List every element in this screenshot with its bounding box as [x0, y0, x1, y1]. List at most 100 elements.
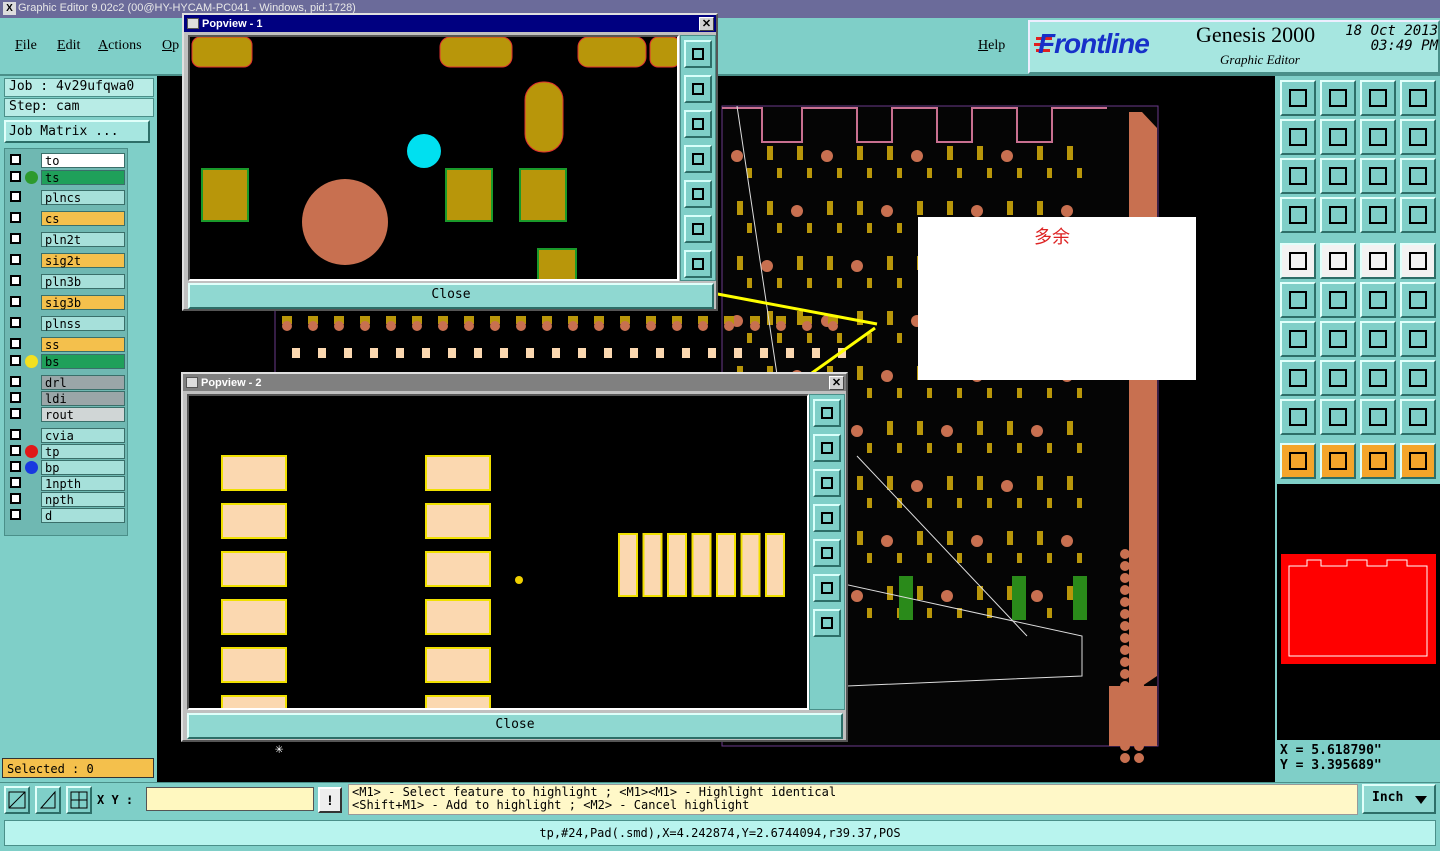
layer-name[interactable]: sig2t: [41, 253, 125, 268]
tool-button[interactable]: [1360, 399, 1396, 435]
popview-tool-button[interactable]: [684, 40, 712, 68]
close-icon[interactable]: ✕: [699, 17, 714, 31]
tool-button[interactable]: [1400, 80, 1436, 116]
tool-button[interactable]: [1360, 282, 1396, 318]
job-matrix-button[interactable]: Job Matrix ...: [4, 120, 150, 143]
tool-button[interactable]: [1320, 360, 1356, 396]
menu-edit[interactable]: Edit: [57, 38, 80, 54]
layer-checkbox[interactable]: [10, 191, 21, 202]
menu-options[interactable]: Op: [162, 38, 179, 54]
layer-name[interactable]: sig3b: [41, 295, 125, 310]
layer-checkbox[interactable]: [10, 461, 21, 472]
layer-name[interactable]: npth: [41, 492, 125, 507]
menu-actions[interactable]: Actions: [98, 38, 142, 54]
popview-2-title-bar[interactable]: Popview - 2: [183, 374, 846, 391]
layer-name[interactable]: 1npth: [41, 476, 125, 491]
layer-name[interactable]: ldi: [41, 391, 125, 406]
layer-name[interactable]: tp: [41, 444, 125, 459]
layer-checkbox[interactable]: [10, 408, 21, 419]
tool-button[interactable]: [1360, 321, 1396, 357]
layer-checkbox[interactable]: [10, 275, 21, 286]
tool-button[interactable]: [1320, 80, 1356, 116]
zoom-area-button[interactable]: [4, 786, 30, 814]
grid-button[interactable]: [66, 786, 92, 814]
layer-name[interactable]: rout: [41, 407, 125, 422]
layer-name[interactable]: bp: [41, 460, 125, 475]
close-icon[interactable]: ✕: [829, 376, 844, 390]
layer-checkbox[interactable]: [10, 429, 21, 440]
layer-name[interactable]: plnss: [41, 316, 125, 331]
popview-tool-button[interactable]: [684, 250, 712, 278]
layer-checkbox[interactable]: [10, 233, 21, 244]
tool-button[interactable]: [1280, 197, 1316, 233]
layer-name[interactable]: cvia: [41, 428, 125, 443]
popview-tool-button[interactable]: [813, 574, 841, 602]
tool-button[interactable]: [1360, 243, 1396, 279]
tool-button[interactable]: [1360, 80, 1396, 116]
layer-name[interactable]: ss: [41, 337, 125, 352]
popview-tool-button[interactable]: [684, 180, 712, 208]
tool-button[interactable]: [1400, 321, 1436, 357]
tool-button[interactable]: [1400, 197, 1436, 233]
layer-name[interactable]: d: [41, 508, 125, 523]
menu-help[interactable]: Help: [978, 38, 1005, 54]
popview-tool-button[interactable]: [684, 215, 712, 243]
popview-1-close-button[interactable]: Close: [188, 283, 714, 309]
tool-button[interactable]: [1320, 197, 1356, 233]
popview-1-canvas[interactable]: [188, 35, 679, 281]
tool-button[interactable]: [1280, 80, 1316, 116]
tool-button[interactable]: [1400, 360, 1436, 396]
tool-button[interactable]: [1280, 443, 1316, 479]
layer-checkbox[interactable]: [10, 392, 21, 403]
layer-checkbox[interactable]: [10, 296, 21, 307]
layer-checkbox[interactable]: [10, 355, 21, 366]
tool-button[interactable]: [1400, 282, 1436, 318]
tool-button[interactable]: [1400, 443, 1436, 479]
xy-input[interactable]: [146, 787, 314, 811]
tool-button[interactable]: [1280, 360, 1316, 396]
layer-name[interactable]: plncs: [41, 190, 125, 205]
layer-checkbox[interactable]: [10, 493, 21, 504]
popview-tool-button[interactable]: [684, 145, 712, 173]
layer-checkbox[interactable]: [10, 317, 21, 328]
layer-name[interactable]: pln2t: [41, 232, 125, 247]
popview-2-canvas[interactable]: [187, 394, 809, 710]
popview-2-close-button[interactable]: Close: [187, 713, 843, 739]
layer-checkbox[interactable]: [10, 171, 21, 182]
tool-button[interactable]: [1360, 443, 1396, 479]
tool-button[interactable]: [1280, 399, 1316, 435]
popview-1-title-bar[interactable]: Popview - 1: [184, 15, 716, 32]
layer-name[interactable]: pln3b: [41, 274, 125, 289]
menu-file[interactable]: File: [15, 38, 37, 54]
layer-name[interactable]: ts: [41, 170, 125, 185]
popview-tool-button[interactable]: [813, 609, 841, 637]
tool-button[interactable]: [1360, 197, 1396, 233]
tool-button[interactable]: [1400, 158, 1436, 194]
layer-checkbox[interactable]: [10, 477, 21, 488]
tool-button[interactable]: [1320, 443, 1356, 479]
layer-checkbox[interactable]: [10, 338, 21, 349]
tool-button[interactable]: [1320, 399, 1356, 435]
tool-button[interactable]: [1280, 158, 1316, 194]
popview-tool-button[interactable]: [813, 399, 841, 427]
alert-button[interactable]: !: [318, 787, 342, 813]
tool-button[interactable]: [1400, 399, 1436, 435]
layer-name[interactable]: to: [41, 153, 125, 168]
layer-checkbox[interactable]: [10, 376, 21, 387]
tool-button[interactable]: [1320, 119, 1356, 155]
popview-tool-button[interactable]: [684, 110, 712, 138]
tool-button[interactable]: [1280, 119, 1316, 155]
tool-button[interactable]: [1320, 282, 1356, 318]
popview-tool-button[interactable]: [813, 434, 841, 462]
layer-name[interactable]: drl: [41, 375, 125, 390]
tool-button[interactable]: [1360, 360, 1396, 396]
units-button[interactable]: Inch: [1362, 784, 1436, 814]
tool-button[interactable]: [1360, 158, 1396, 194]
popview-tool-button[interactable]: [813, 504, 841, 532]
layer-checkbox[interactable]: [10, 154, 21, 165]
tool-button[interactable]: [1400, 119, 1436, 155]
layer-name[interactable]: cs: [41, 211, 125, 226]
measure-button[interactable]: [35, 786, 61, 814]
popview-tool-button[interactable]: [684, 75, 712, 103]
board-minimap[interactable]: [1277, 484, 1440, 740]
